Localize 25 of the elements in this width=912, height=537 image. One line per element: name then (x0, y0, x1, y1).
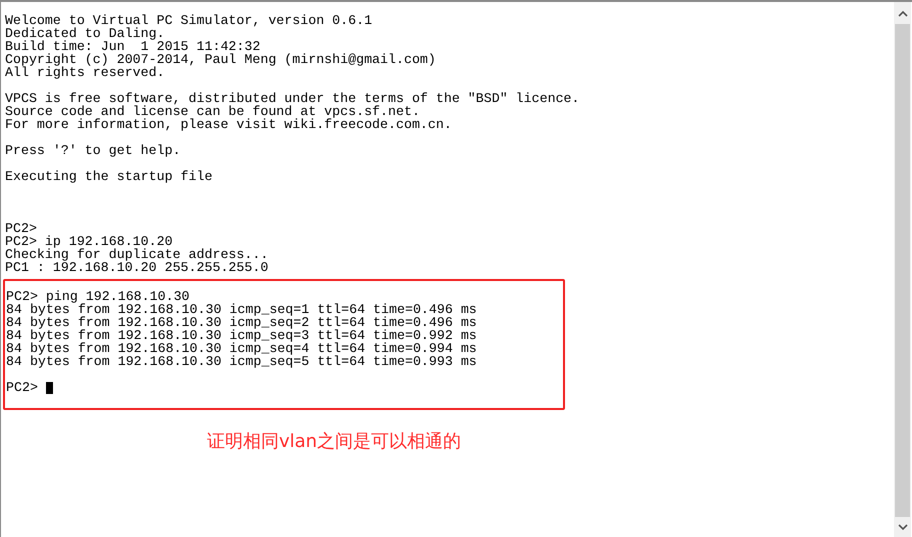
terminal-line: 84 bytes from 192.168.10.30 icmp_seq=4 ttl=64 time=0.994 ms (6, 342, 477, 355)
terminal-line: 84 bytes from 192.168.10.30 icmp_seq=2 ttl=64 time=0.496 ms (6, 316, 477, 329)
cursor-icon (46, 382, 53, 394)
scrollbar[interactable] (894, 2, 911, 537)
terminal-line: PC2> ip 192.168.10.20 (5, 235, 173, 248)
terminal-line: PC1 : 192.168.10.20 255.255.255.0 (5, 261, 268, 274)
terminal-line: Dedicated to Daling. (5, 27, 165, 40)
terminal-line: PC2> (5, 222, 37, 235)
scrollbar-thumb[interactable] (895, 24, 910, 517)
terminal-line: All rights reserved. (5, 66, 165, 79)
terminal-line: For more information, please visit wiki.freecode.com.cn. (5, 118, 452, 131)
terminal-line: 84 bytes from 192.168.10.30 icmp_seq=3 ttl=64 time=0.992 ms (6, 329, 477, 342)
terminal-line: Press '?' to get help. (5, 144, 181, 157)
terminal-line: PC2> ping 192.168.10.30 (6, 290, 190, 303)
terminal-line: Build time: Jun 1 2015 11:42:32 (5, 40, 260, 53)
terminal-line: Executing the startup file (5, 170, 212, 183)
terminal-line: 84 bytes from 192.168.10.30 icmp_seq=1 ttl=64 time=0.496 ms (6, 303, 477, 316)
annotation-text: 证明相同vlan之间是可以相通的 (207, 431, 462, 452)
terminal-line: Checking for duplicate address... (5, 248, 268, 261)
prompt: PC2> (6, 381, 38, 394)
terminal-line: 84 bytes from 192.168.10.30 icmp_seq=5 ttl=64 time=0.993 ms (6, 355, 477, 368)
terminal-line: VPCS is free software, distributed under the terms of the "BSD" licence. (5, 92, 580, 105)
terminal-line: Copyright (c) 2007-2014, Paul Meng (mirnshi@gmail.com) (5, 53, 436, 66)
terminal-line: Source code and license can be found at vpcs.sf.net. (5, 105, 420, 118)
terminal-line: Welcome to Virtual PC Simulator, version 0.6.1 (5, 14, 372, 27)
